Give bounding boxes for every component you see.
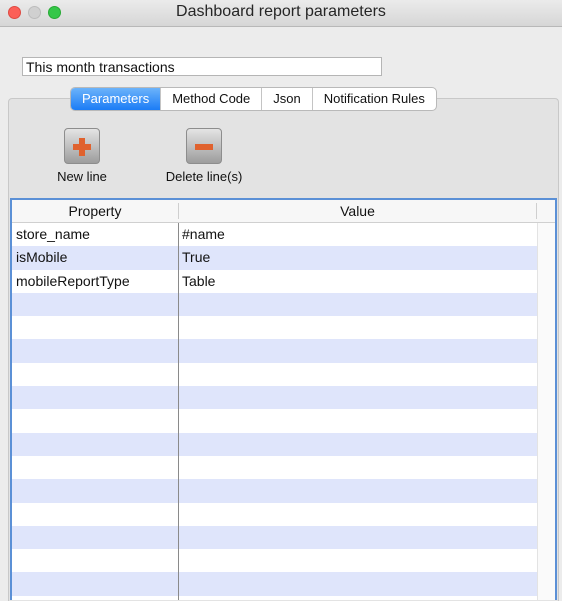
value-cell[interactable]	[178, 386, 536, 409]
column-header-value[interactable]: Value	[179, 200, 536, 222]
value-cell[interactable]	[178, 596, 536, 600]
new-line-button[interactable]: New line	[48, 128, 116, 184]
value-cell[interactable]	[178, 503, 536, 526]
delete-lines-label: Delete line(s)	[165, 169, 243, 184]
table-row[interactable]	[12, 479, 537, 503]
value-cell[interactable]	[178, 363, 536, 386]
window-title: Dashboard report parameters	[176, 3, 386, 20]
table-row[interactable]	[12, 503, 537, 526]
table-row[interactable]	[12, 409, 537, 432]
table-row[interactable]	[12, 549, 537, 572]
parameters-table[interactable]: Property Value store_name #name isMobile T…	[10, 198, 557, 600]
value-cell[interactable]	[178, 456, 536, 479]
delete-lines-button[interactable]: Delete line(s)	[155, 128, 253, 184]
column-header-property[interactable]: Property	[12, 200, 178, 222]
table-row[interactable]	[12, 456, 537, 479]
value-cell[interactable]	[178, 433, 536, 456]
tab-method-code[interactable]: Method Code	[160, 88, 261, 110]
value-cell[interactable]	[178, 293, 536, 316]
value-cell[interactable]	[178, 572, 536, 595]
minus-icon	[186, 128, 222, 164]
report-name-field[interactable]	[22, 57, 382, 76]
value-cell[interactable]	[178, 316, 536, 339]
property-cell[interactable]	[12, 549, 178, 572]
value-cell[interactable]: #name	[178, 223, 536, 246]
value-cell[interactable]	[178, 479, 536, 502]
value-cell[interactable]: True	[178, 246, 536, 269]
table-row[interactable]: store_name #name	[12, 223, 537, 246]
column-divider[interactable]	[536, 203, 537, 219]
vertical-scrollbar[interactable]	[537, 223, 555, 600]
property-cell[interactable]	[12, 363, 178, 386]
table-row[interactable]	[12, 386, 537, 410]
property-cell[interactable]	[12, 433, 178, 456]
property-cell[interactable]	[12, 339, 178, 362]
table-row[interactable]	[12, 572, 537, 596]
table-row[interactable]	[12, 292, 537, 317]
new-line-label: New line	[57, 169, 107, 184]
value-cell[interactable]	[178, 409, 536, 432]
property-cell[interactable]: mobileReportType	[12, 270, 178, 293]
property-cell[interactable]	[12, 572, 178, 595]
property-cell[interactable]	[12, 456, 178, 479]
value-cell[interactable]	[178, 339, 536, 362]
table-row[interactable]	[12, 339, 537, 363]
value-cell[interactable]: Table	[178, 270, 536, 293]
table-row[interactable]: isMobile True	[12, 246, 537, 270]
property-cell[interactable]	[12, 386, 178, 409]
tab-json[interactable]: Json	[261, 88, 311, 110]
column-separator	[178, 223, 179, 600]
plus-icon	[64, 128, 100, 164]
table-row[interactable]	[12, 525, 537, 550]
property-cell[interactable]: isMobile	[12, 246, 178, 269]
property-cell[interactable]	[12, 293, 178, 316]
property-cell[interactable]	[12, 409, 178, 432]
value-cell[interactable]	[178, 549, 536, 572]
table-header: Property Value	[12, 200, 555, 223]
property-cell[interactable]: store_name	[12, 223, 178, 246]
tab-notification-rules[interactable]: Notification Rules	[311, 88, 436, 110]
table-row[interactable]	[12, 363, 537, 386]
property-cell[interactable]	[12, 316, 178, 339]
property-cell[interactable]	[12, 503, 178, 526]
table-row[interactable]	[12, 432, 537, 456]
property-cell[interactable]	[12, 479, 178, 502]
title-bar: Dashboard report parameters	[0, 0, 562, 27]
table-body: store_name #name isMobile True mobileRepor…	[12, 223, 537, 600]
table-row[interactable]	[12, 316, 537, 339]
table-row[interactable]	[12, 596, 537, 600]
tab-bar: Parameters Method Code Json Notification…	[70, 87, 437, 111]
property-cell[interactable]	[12, 596, 178, 600]
table-row[interactable]: mobileReportType Table	[12, 270, 537, 293]
value-cell[interactable]	[178, 526, 536, 549]
tab-parameters[interactable]: Parameters	[71, 88, 161, 110]
property-cell[interactable]	[12, 526, 178, 549]
